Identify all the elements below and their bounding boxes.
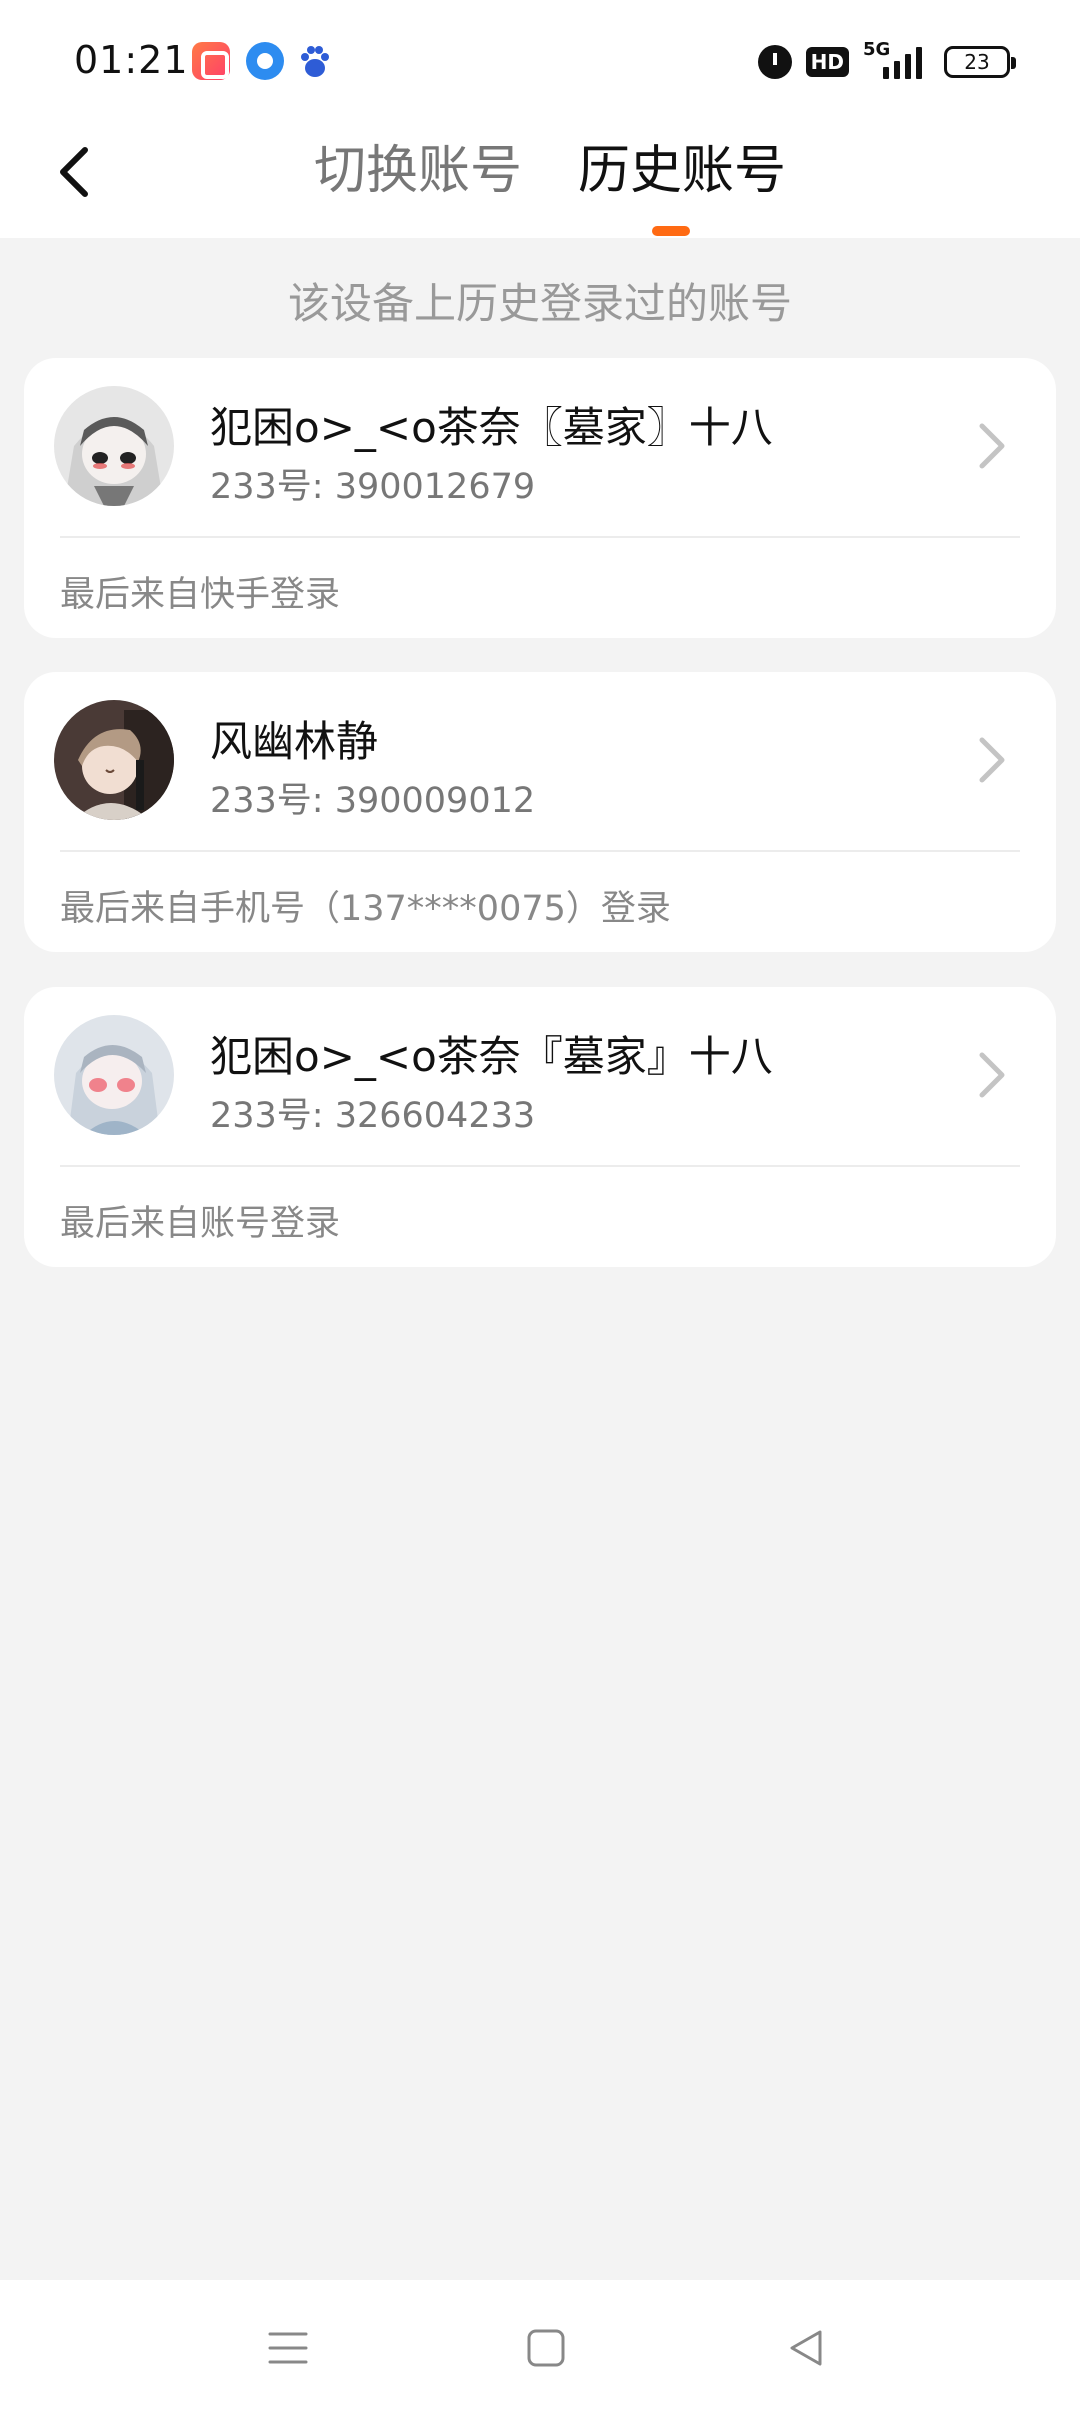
- login-source: 最后来自快手登录: [60, 575, 341, 615]
- card-divider: [60, 1165, 1020, 1167]
- chevron-right-icon: [979, 1052, 1005, 1098]
- battery-level: 23: [964, 50, 990, 74]
- tab-history-account[interactable]: 历史账号: [578, 136, 786, 206]
- back-button[interactable]: [40, 132, 106, 212]
- account-id: 233号: 326604233: [210, 1096, 536, 1136]
- header: 切换账号 历史账号: [0, 118, 1080, 238]
- account-id: 233号: 390012679: [210, 467, 536, 507]
- card-divider: [60, 850, 1020, 852]
- avatar: [54, 700, 174, 820]
- account-name: 犯困o>_<o茶奈〖墓家〗十八: [210, 403, 773, 452]
- account-card[interactable]: 犯困o>_<o茶奈『墓家』十八 233号: 326604233 最后来自账号登录: [24, 987, 1056, 1267]
- chevron-right-icon: [979, 423, 1005, 469]
- kuaishou-app-icon: [192, 42, 230, 80]
- nav-back-button[interactable]: [776, 2318, 836, 2378]
- battery-icon: 23: [944, 46, 1016, 78]
- page-subtitle: 该设备上历史登录过的账号: [287, 279, 792, 328]
- avatar: [54, 1015, 174, 1135]
- nav-home-button[interactable]: [516, 2318, 576, 2378]
- account-id: 233号: 390009012: [210, 781, 536, 821]
- account-card[interactable]: 风幽林静 233号: 390009012 最后来自手机号（137****0075…: [24, 672, 1056, 952]
- login-source: 最后来自手机号（137****0075）登录: [60, 889, 671, 929]
- home-square-icon: [527, 2329, 565, 2367]
- menu-icon: [268, 2332, 308, 2364]
- account-name: 风幽林静: [210, 717, 379, 766]
- signal-icon: 5G: [863, 39, 922, 79]
- back-triangle-icon: [790, 2330, 822, 2366]
- card-divider: [60, 536, 1020, 538]
- chevron-left-icon: [60, 147, 88, 197]
- status-bar: 01:21 HD 5G 23: [0, 0, 1080, 118]
- avatar: [54, 386, 174, 506]
- network-type: 5G: [863, 39, 891, 60]
- hd-icon: HD: [805, 47, 849, 77]
- history-accounts-page: 01:21 HD 5G 23 切换账号 历史账号 该设备上历史登录过的账号 犯困…: [0, 0, 1080, 2412]
- tab-switch-account[interactable]: 切换账号: [314, 136, 522, 206]
- status-indicators: HD 5G 23: [757, 39, 1016, 84]
- account-card[interactable]: 犯困o>_<o茶奈〖墓家〗十八 233号: 390012679 最后来自快手登录: [24, 358, 1056, 638]
- chevron-right-icon: [979, 737, 1005, 783]
- system-nav-bar: [0, 2280, 1080, 2412]
- active-tab-indicator: [652, 226, 690, 236]
- status-time: 01:21: [74, 38, 189, 82]
- baidu-paw-icon: [296, 42, 334, 80]
- nav-menu-button[interactable]: [258, 2318, 318, 2378]
- browser-app-icon: [246, 42, 284, 80]
- alarm-icon: [757, 45, 792, 79]
- login-source: 最后来自账号登录: [60, 1204, 341, 1244]
- account-name: 犯困o>_<o茶奈『墓家』十八: [210, 1032, 773, 1081]
